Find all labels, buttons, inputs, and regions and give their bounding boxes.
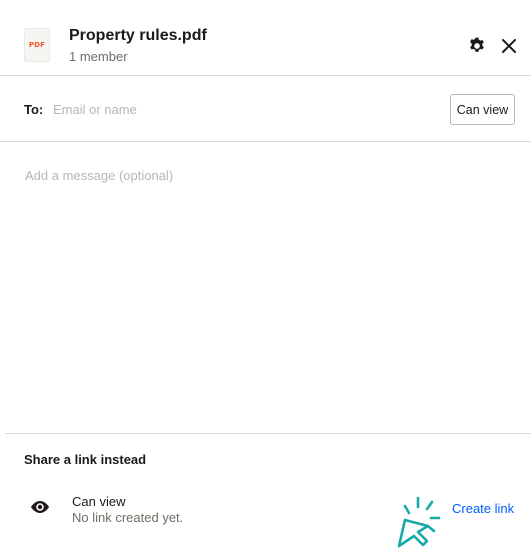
recipient-row: To: Can view <box>0 76 531 142</box>
member-count: 1 member <box>69 49 128 64</box>
link-permission[interactable]: Can view <box>72 494 125 509</box>
share-modal-header: PDF Property rules.pdf 1 member <box>0 0 531 76</box>
close-button[interactable] <box>498 35 520 57</box>
eye-icon <box>31 501 49 513</box>
link-status: No link created yet. <box>72 510 184 525</box>
settings-button[interactable] <box>466 35 488 57</box>
pdf-file-icon: PDF <box>24 28 50 62</box>
share-link-heading: Share a link instead <box>24 452 147 467</box>
click-cursor-icon <box>397 496 441 548</box>
recipient-permission-dropdown[interactable]: Can view <box>450 94 515 125</box>
gear-icon <box>470 37 484 52</box>
file-name: Property rules.pdf <box>69 27 207 44</box>
close-icon <box>502 39 516 53</box>
create-link-button[interactable]: Create link <box>452 501 514 516</box>
recipient-input[interactable] <box>50 98 436 120</box>
share-link-section: Share a link instead Can view No link cr… <box>5 433 531 555</box>
message-input[interactable] <box>22 165 512 415</box>
to-label: To: <box>24 102 44 117</box>
file-type-label: PDF <box>28 41 46 49</box>
